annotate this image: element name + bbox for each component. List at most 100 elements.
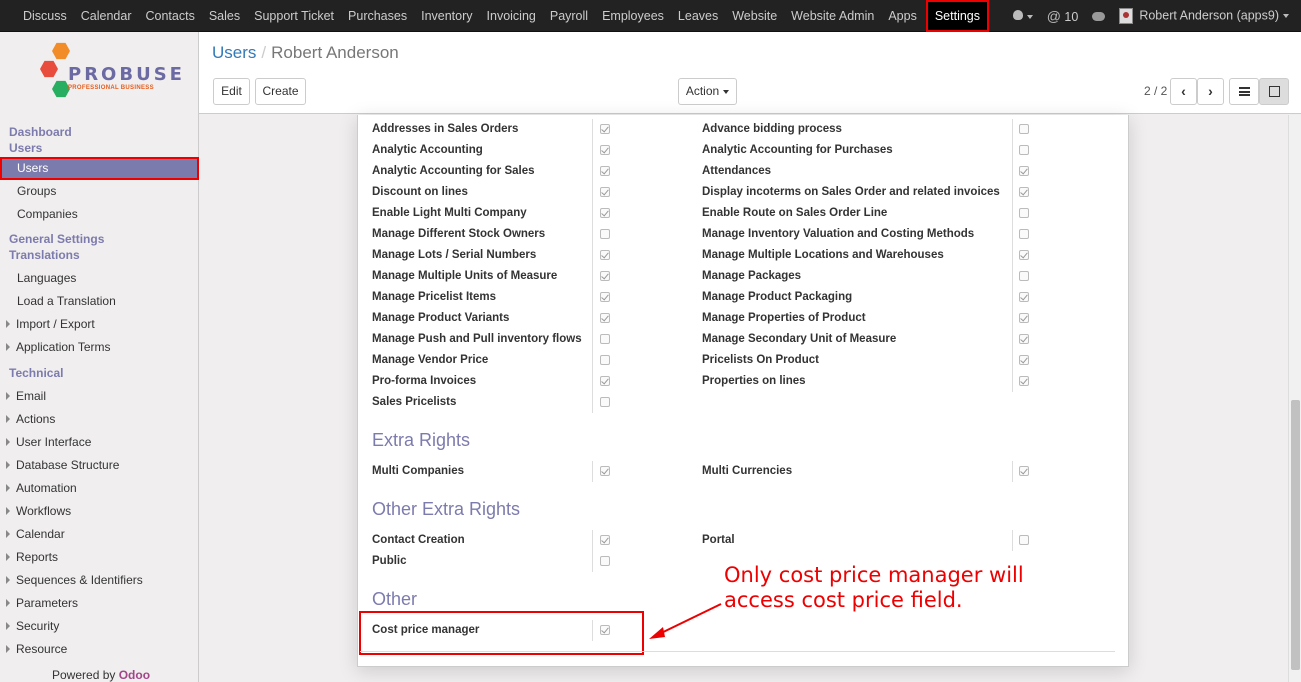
- sidebar-item-actions[interactable]: Actions: [0, 409, 199, 429]
- column-divider: [592, 119, 593, 140]
- menu-settings[interactable]: Settings: [925, 0, 989, 32]
- checkbox-multi-currencies[interactable]: [1019, 466, 1029, 476]
- checkbox-cost-price-manager[interactable]: [600, 625, 610, 635]
- access-right-checkbox[interactable]: [600, 145, 610, 155]
- section-other-extra-rights: Other Extra Rights: [372, 499, 521, 519]
- access-right-checkbox[interactable]: [1019, 292, 1029, 302]
- list-view-button[interactable]: [1229, 78, 1259, 105]
- menu-employees[interactable]: Employees: [595, 0, 671, 32]
- checkbox-portal[interactable]: [1019, 535, 1029, 545]
- column-divider: [592, 224, 593, 245]
- access-right-checkbox[interactable]: [600, 187, 610, 197]
- chevron-left-icon: ‹: [1181, 83, 1186, 99]
- access-right-label: Manage Different Stock Owners: [372, 228, 546, 240]
- scrollbar[interactable]: [1288, 115, 1301, 682]
- sidebar-item-load-translation[interactable]: Load a Translation: [0, 291, 199, 311]
- powered-by-label: Powered by: [52, 668, 116, 682]
- access-right-checkbox[interactable]: [600, 355, 610, 365]
- create-button[interactable]: Create: [255, 78, 306, 105]
- sidebar-item-groups[interactable]: Groups: [0, 181, 199, 201]
- sidebar-section-translations[interactable]: Translations: [0, 245, 199, 265]
- sidebar-item-import-export[interactable]: Import / Export: [0, 314, 199, 334]
- access-right-label: Manage Properties of Product: [702, 312, 866, 324]
- menu-purchases[interactable]: Purchases: [341, 0, 414, 32]
- sidebar-item-database-structure[interactable]: Database Structure: [0, 455, 199, 475]
- sidebar-item-sequences[interactable]: Sequences & Identifiers: [0, 570, 199, 590]
- sidebar-item-application-terms[interactable]: Application Terms: [0, 337, 199, 357]
- user-menu[interactable]: Robert Anderson (apps9): [1119, 8, 1289, 24]
- sidebar-item-workflows[interactable]: Workflows: [0, 501, 199, 521]
- access-right-checkbox[interactable]: [1019, 250, 1029, 260]
- menu-website-admin[interactable]: Website Admin: [784, 0, 881, 32]
- sidebar-item-email[interactable]: Email: [0, 386, 199, 406]
- sidebar-item-companies[interactable]: Companies: [0, 204, 199, 224]
- sidebar-item-parameters[interactable]: Parameters: [0, 593, 199, 613]
- logo-tagline: PROFESSIONAL BUSINESS: [68, 85, 154, 91]
- sidebar-item-reports[interactable]: Reports: [0, 547, 199, 567]
- menu-website[interactable]: Website: [725, 0, 784, 32]
- access-right-checkbox[interactable]: [600, 376, 610, 386]
- checkbox-contact-creation[interactable]: [600, 535, 610, 545]
- access-right-checkbox[interactable]: [600, 313, 610, 323]
- pager-previous-button[interactable]: ‹: [1170, 78, 1197, 105]
- access-right-checkbox[interactable]: [1019, 271, 1029, 281]
- sidebar-item-user-interface[interactable]: User Interface: [0, 432, 199, 452]
- access-right-checkbox[interactable]: [600, 334, 610, 344]
- sidebar-item-security[interactable]: Security: [0, 616, 199, 636]
- access-right-checkbox[interactable]: [600, 250, 610, 260]
- sidebar-item-automation[interactable]: Automation: [0, 478, 199, 498]
- menu-leaves[interactable]: Leaves: [671, 0, 725, 32]
- chat-icon[interactable]: [1092, 11, 1106, 21]
- mentions-button[interactable]: @ 10: [1047, 8, 1079, 24]
- access-right-checkbox[interactable]: [600, 124, 610, 134]
- sidebar-item-resource[interactable]: Resource: [0, 639, 199, 659]
- right-contact-creation: Contact Creation: [372, 534, 465, 546]
- column-divider: [592, 329, 593, 350]
- access-right-checkbox[interactable]: [1019, 166, 1029, 176]
- debug-menu[interactable]: [1012, 9, 1033, 23]
- access-right-checkbox[interactable]: [600, 166, 610, 176]
- action-dropdown[interactable]: Action: [678, 78, 737, 105]
- menu-calendar[interactable]: Calendar: [74, 0, 139, 32]
- access-right-checkbox[interactable]: [1019, 334, 1029, 344]
- odoo-link[interactable]: Odoo: [119, 668, 150, 682]
- logo-text: PROBUSE: [68, 64, 185, 85]
- sidebar-item-languages[interactable]: Languages: [0, 268, 199, 288]
- access-right-checkbox[interactable]: [1019, 187, 1029, 197]
- access-right-checkbox[interactable]: [1019, 145, 1029, 155]
- sidebar-item-calendar[interactable]: Calendar: [0, 524, 199, 544]
- menu-inventory[interactable]: Inventory: [414, 0, 479, 32]
- menu-support-ticket[interactable]: Support Ticket: [247, 0, 341, 32]
- form-view-button[interactable]: [1259, 78, 1289, 105]
- menu-sales[interactable]: Sales: [202, 0, 247, 32]
- pager-next-button[interactable]: ›: [1197, 78, 1224, 105]
- access-right-checkbox[interactable]: [600, 397, 610, 407]
- menu-apps[interactable]: Apps: [881, 0, 924, 32]
- checkbox-public[interactable]: [600, 556, 610, 566]
- menu-payroll[interactable]: Payroll: [543, 0, 595, 32]
- breadcrumb-users[interactable]: Users: [212, 43, 256, 62]
- access-right-checkbox[interactable]: [600, 271, 610, 281]
- access-right-label: Manage Pricelist Items: [372, 291, 496, 303]
- menu-discuss[interactable]: Discuss: [16, 0, 74, 32]
- scrollbar-thumb[interactable]: [1291, 400, 1300, 670]
- access-right-checkbox[interactable]: [1019, 124, 1029, 134]
- access-right-checkbox[interactable]: [1019, 355, 1029, 365]
- access-right-checkbox[interactable]: [1019, 376, 1029, 386]
- sidebar-section-technical[interactable]: Technical: [0, 363, 199, 383]
- menu-contacts[interactable]: Contacts: [139, 0, 202, 32]
- access-right-label: Pricelists On Product: [702, 354, 819, 366]
- list-icon: [1238, 87, 1250, 96]
- access-right-checkbox[interactable]: [600, 292, 610, 302]
- access-right-checkbox[interactable]: [1019, 313, 1029, 323]
- access-right-checkbox[interactable]: [600, 208, 610, 218]
- sidebar-section-users[interactable]: Users: [0, 138, 199, 158]
- edit-button[interactable]: Edit: [213, 78, 250, 105]
- access-right-checkbox[interactable]: [1019, 208, 1029, 218]
- access-right-checkbox[interactable]: [1019, 229, 1029, 239]
- column-divider: [592, 551, 593, 572]
- access-right-checkbox[interactable]: [600, 229, 610, 239]
- sidebar-item-users[interactable]: Users: [0, 157, 199, 180]
- checkbox-multi-companies[interactable]: [600, 466, 610, 476]
- menu-invoicing[interactable]: Invoicing: [480, 0, 543, 32]
